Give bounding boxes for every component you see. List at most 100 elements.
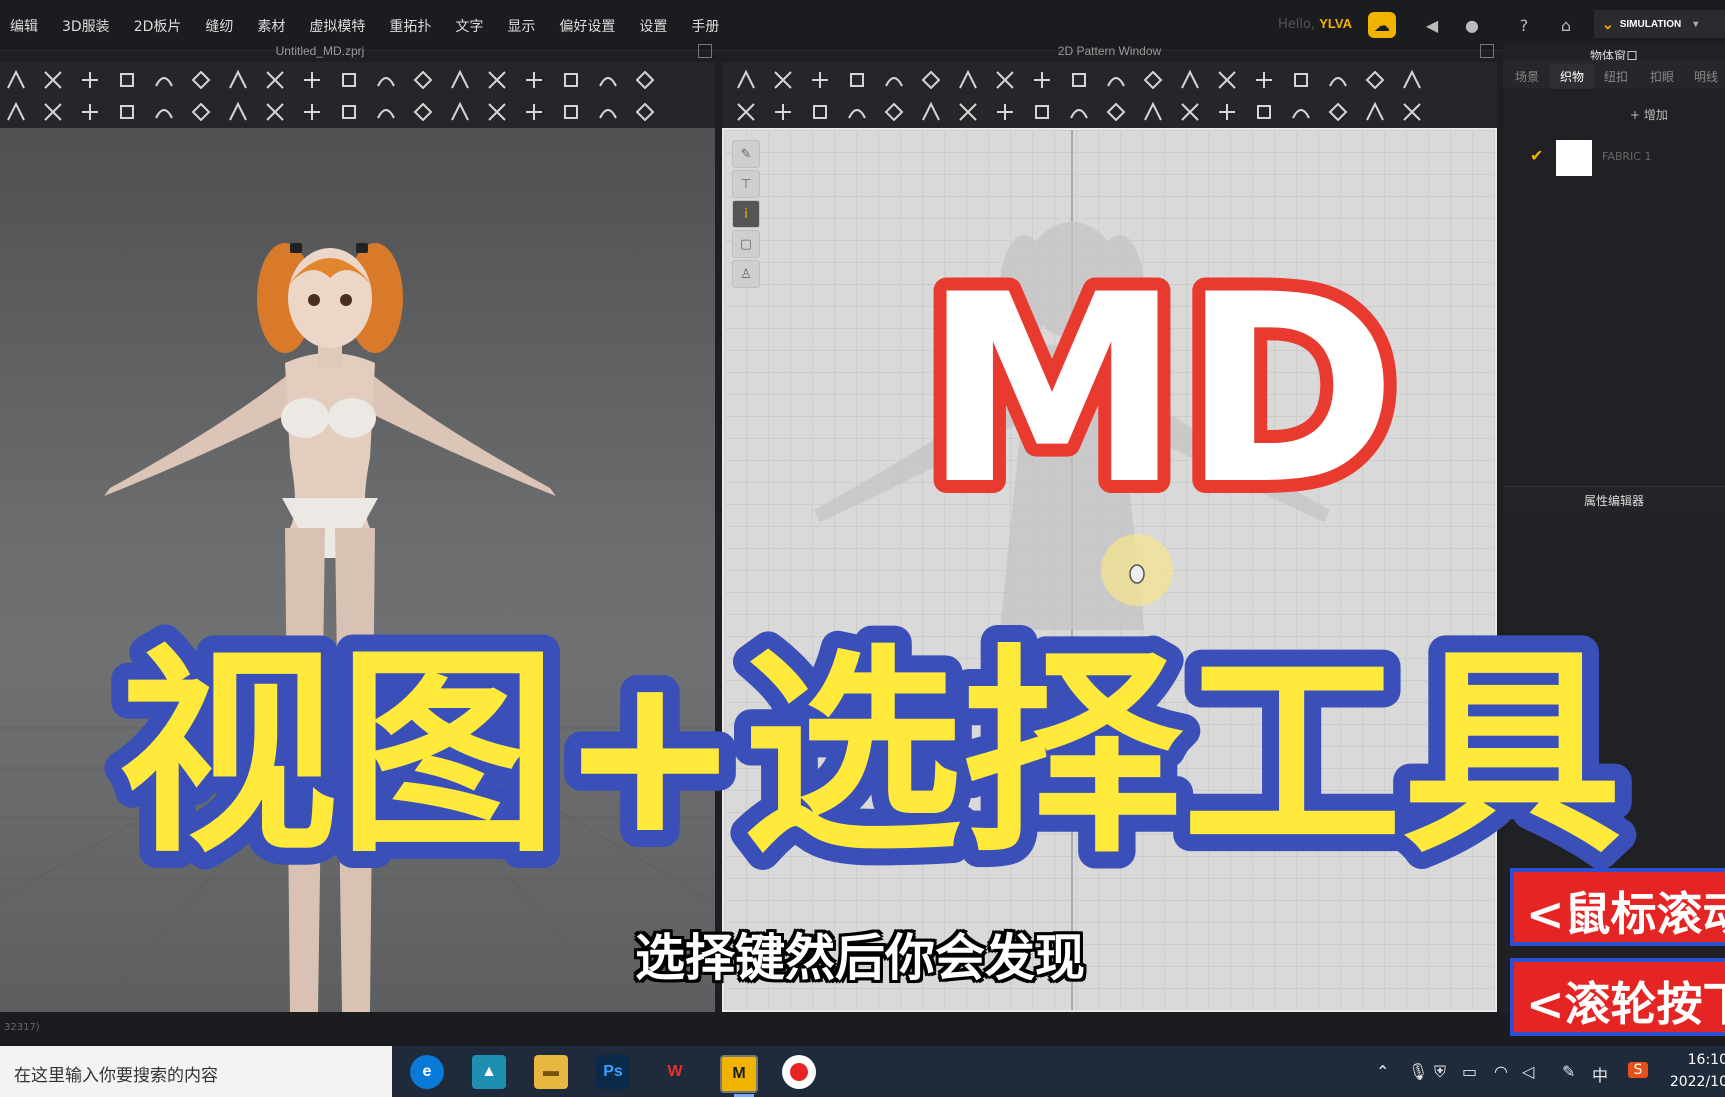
tool-icon[interactable] — [41, 100, 65, 124]
record-icon[interactable] — [782, 1055, 816, 1089]
tool-icon[interactable] — [152, 100, 176, 124]
tool-icon[interactable] — [1067, 100, 1091, 124]
tool-icon[interactable] — [1400, 100, 1424, 124]
tool-icon[interactable] — [1215, 100, 1239, 124]
tool-icon[interactable] — [337, 100, 361, 124]
photoshop-icon[interactable]: Ps — [596, 1055, 630, 1089]
tool-icon[interactable] — [189, 100, 213, 124]
tool-icon[interactable] — [1067, 68, 1091, 92]
tool-icon[interactable] — [1400, 68, 1424, 92]
tool-icon[interactable] — [226, 100, 250, 124]
tool-icon[interactable] — [374, 68, 398, 92]
wifi-icon[interactable]: ◠ — [1494, 1062, 1508, 1081]
menu-item[interactable]: 3D服装 — [62, 16, 110, 36]
avatar-icon[interactable]: ♙ — [732, 260, 760, 288]
tool-icon[interactable] — [919, 100, 943, 124]
tool-icon[interactable] — [522, 68, 546, 92]
tool-icon[interactable] — [993, 100, 1017, 124]
tool-icon[interactable] — [1104, 68, 1128, 92]
wps-icon[interactable]: W — [658, 1055, 692, 1089]
menu-item[interactable]: 2D板片 — [134, 16, 182, 36]
tool-icon[interactable] — [226, 68, 250, 92]
file-explorer-icon[interactable]: ▬ — [534, 1055, 568, 1089]
tool-icon[interactable] — [152, 68, 176, 92]
tool-icon[interactable] — [115, 68, 139, 92]
tool-icon[interactable] — [78, 68, 102, 92]
sogou-ime-icon[interactable]: S — [1628, 1062, 1648, 1078]
tab-topstitch[interactable]: 明线 — [1694, 68, 1718, 85]
tool-icon[interactable] — [1178, 100, 1202, 124]
tool-icon[interactable] — [522, 100, 546, 124]
edge-browser-icon[interactable]: e — [410, 1055, 444, 1089]
tool-icon[interactable] — [78, 100, 102, 124]
tab-fabric[interactable]: 织物 — [1550, 64, 1595, 89]
tool-icon[interactable] — [1289, 68, 1313, 92]
tool-icon[interactable] — [882, 100, 906, 124]
menu-item[interactable]: 手册 — [691, 16, 719, 36]
tool-icon[interactable] — [448, 100, 472, 124]
tab-buttonholes[interactable]: 扣眼 — [1650, 68, 1674, 85]
tool-icon[interactable] — [1252, 100, 1276, 124]
tool-icon[interactable] — [1326, 100, 1350, 124]
pen-icon[interactable]: ✎ — [1562, 1062, 1575, 1081]
shirt-icon[interactable]: ⊤ — [732, 170, 760, 198]
tool-icon[interactable] — [41, 68, 65, 92]
pencil-icon[interactable]: ✎ — [732, 140, 760, 168]
tool-icon[interactable] — [882, 68, 906, 92]
tool-icon[interactable] — [4, 68, 28, 92]
cloud-sync-icon[interactable]: ☁ — [1368, 12, 1396, 38]
menu-item[interactable]: 素材 — [257, 16, 285, 36]
tab-buttons[interactable]: 纽扣 — [1604, 68, 1628, 85]
menu-item[interactable]: 偏好设置 — [559, 16, 615, 36]
battery-icon[interactable]: ▭ — [1462, 1062, 1477, 1081]
app-icon[interactable]: ▲ — [472, 1055, 506, 1089]
tool-icon[interactable] — [734, 68, 758, 92]
taskbar-search[interactable]: 在这里输入你要搜索的内容 — [0, 1046, 392, 1097]
user-name[interactable]: YLVA — [1319, 16, 1352, 31]
tool-icon[interactable] — [1178, 68, 1202, 92]
pattern-icon[interactable]: ▢ — [732, 230, 760, 258]
tool-icon[interactable] — [808, 100, 832, 124]
tool-icon[interactable] — [1363, 100, 1387, 124]
add-button[interactable]: + 增加 — [1630, 106, 1668, 123]
tool-icon[interactable] — [374, 100, 398, 124]
menu-item[interactable]: 文字 — [455, 16, 483, 36]
tool-icon[interactable] — [734, 100, 758, 124]
tool-icon[interactable] — [845, 68, 869, 92]
tool-icon[interactable] — [263, 100, 287, 124]
tool-icon[interactable] — [1289, 100, 1313, 124]
tool-icon[interactable] — [1252, 68, 1276, 92]
tool-icon[interactable] — [559, 68, 583, 92]
ime-indicator[interactable]: 中 — [1592, 1062, 1608, 1086]
tool-icon[interactable] — [300, 100, 324, 124]
menu-item[interactable]: 虚拟模特 — [309, 16, 365, 36]
tool-icon[interactable] — [115, 100, 139, 124]
clock-date[interactable]: 2022/10 — [1668, 1074, 1725, 1090]
tool-icon[interactable] — [771, 100, 795, 124]
menu-item[interactable]: 编辑 — [10, 16, 38, 36]
tab-scene[interactable]: 场景 — [1515, 68, 1539, 85]
tool-icon[interactable] — [596, 100, 620, 124]
tool-icon[interactable] — [596, 68, 620, 92]
tool-icon[interactable] — [1104, 100, 1128, 124]
tool-icon[interactable] — [1215, 68, 1239, 92]
tool-icon[interactable] — [337, 68, 361, 92]
tool-icon[interactable] — [4, 100, 28, 124]
menu-item[interactable]: 重拓扑 — [389, 16, 431, 36]
tool-icon[interactable] — [1363, 68, 1387, 92]
tool-icon[interactable] — [808, 68, 832, 92]
tool-icon[interactable] — [1141, 68, 1165, 92]
tool-icon[interactable] — [633, 100, 657, 124]
fabric-list-item[interactable]: ✔ FABRIC 1 — [1510, 134, 1725, 184]
tool-icon[interactable] — [485, 100, 509, 124]
tool-icon[interactable] — [448, 68, 472, 92]
tool-icon[interactable] — [919, 68, 943, 92]
tool-icon[interactable] — [771, 68, 795, 92]
tool-icon[interactable] — [559, 100, 583, 124]
tool-icon[interactable] — [956, 68, 980, 92]
tool-icon[interactable] — [1030, 68, 1054, 92]
maximize-icon[interactable] — [698, 44, 712, 58]
tool-icon[interactable] — [1030, 100, 1054, 124]
user-icon[interactable]: ● — [1458, 12, 1486, 38]
tool-icon[interactable] — [956, 100, 980, 124]
